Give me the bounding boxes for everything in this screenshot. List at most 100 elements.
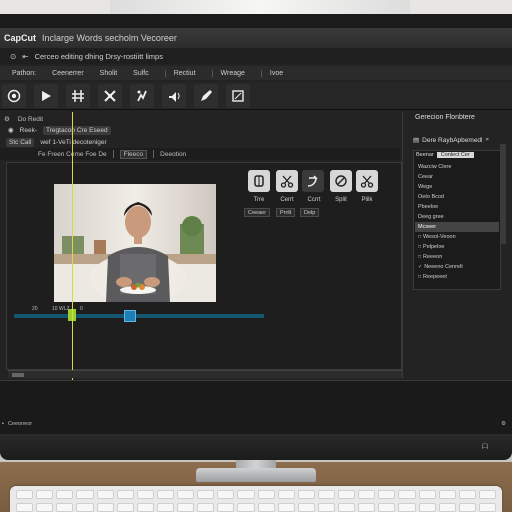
divider: [153, 150, 155, 158]
timeline-marker: 10 WLZ: [52, 306, 70, 312]
properties-list: Wazciw Clere Ceear Wege Oeto Bcod Pbeeloe Dee…: [415, 162, 499, 282]
media-row: Stc Call wef 1-VeTi decoteniger: [0, 136, 400, 148]
trim-label: Trre: [253, 197, 265, 203]
gear-icon[interactable]: ⚙: [4, 115, 10, 123]
menu-icon[interactable]: ▤: [413, 136, 419, 144]
audio-button[interactable]: [162, 83, 186, 108]
media-chip[interactable]: Stc Call: [6, 137, 35, 147]
divider: [112, 150, 114, 158]
filter-chip[interactable]: Fleeco: [119, 149, 148, 159]
split-button[interactable]: [330, 170, 352, 192]
panel-tab-left[interactable]: Do Redit: [18, 116, 43, 123]
menu-item[interactable]: Pathon:: [12, 70, 36, 77]
monitor: ᗩ CapCut Inclarge Words secholm Vecoreer…: [0, 14, 512, 460]
video-preview[interactable]: [54, 184, 216, 302]
rotate-icon: [307, 175, 318, 187]
title-bar: CapCut Inclarge Words secholm Vecoreer: [0, 28, 512, 48]
status-icon: ▪: [2, 421, 4, 427]
menu-item[interactable]: Rectiut: [164, 69, 196, 77]
play-button[interactable]: [34, 83, 58, 108]
app-name: CapCut: [4, 33, 36, 43]
monitor-stand-base: [196, 468, 316, 482]
cut-button[interactable]: [276, 170, 298, 192]
rotate-button[interactable]: [302, 170, 324, 192]
menu-item[interactable]: Wreage: [211, 69, 245, 77]
app-screen: CapCut Inclarge Words secholm Vecoreer ⊙…: [0, 28, 512, 434]
cut-label: Cerrt: [280, 197, 294, 203]
timeline-clip[interactable]: [124, 310, 136, 322]
properties-list-item[interactable]: Deeg gree: [415, 212, 499, 222]
tab-basic[interactable]: Beenar: [413, 152, 437, 158]
properties-list-item[interactable]: Pelpeloe: [415, 242, 499, 252]
scissors-button[interactable]: [356, 170, 378, 192]
search-icon[interactable]: ⌕: [486, 136, 490, 144]
menu-item[interactable]: Ceenerrer: [52, 70, 84, 77]
project-row: ◉ Reek- Tregtacon Cre Eseed: [0, 124, 400, 136]
grid-button[interactable]: [66, 83, 90, 108]
edit-tools-panel: Trre Cerrt Ccrrt Split Plilk Ceeaer Prri…: [244, 160, 384, 224]
media-path: wef 1-VeTi decoteniger: [40, 138, 107, 146]
playhead[interactable]: [72, 112, 73, 386]
right-panel: Gerecion Flonbtere ▤ Dere RaybApbemedl ⌕…: [402, 112, 512, 378]
properties-list-item[interactable]: Oeto Bcod: [415, 192, 499, 202]
subtitle-bar: ⊙ ⇤ Cerceo editing dhing Drsy-rostiitt l…: [0, 48, 512, 64]
settings-icon[interactable]: ⚙: [501, 421, 506, 427]
menu-bar: Pathon: Ceenerrer Sholit Sulfc Rectiut W…: [0, 66, 512, 80]
properties-list-item[interactable]: Ceear: [415, 172, 499, 182]
crop-button[interactable]: [226, 83, 250, 108]
properties-list-item[interactable]: Mcseer: [415, 222, 499, 232]
status-bar: ▪ Ceeoneor ⚙: [0, 418, 512, 430]
audio-icon: [169, 91, 180, 102]
monitor-logo-icon: ᗩ: [481, 442, 489, 451]
properties-list-item[interactable]: Reeeon: [415, 252, 499, 262]
record-button[interactable]: [2, 83, 26, 108]
option-chip[interactable]: Delp: [300, 208, 320, 217]
timeline-marker: 20: [32, 306, 38, 312]
trim-button[interactable]: [248, 170, 270, 192]
effects-icon: [137, 90, 147, 101]
project-chip[interactable]: Tregtacon Cre Eseed: [43, 125, 111, 135]
grid-icon: [72, 89, 84, 102]
right-panel-header-text: Dere RaybApbemedl: [422, 136, 483, 144]
record-icon: [7, 89, 21, 102]
cut-icon: [280, 175, 294, 188]
properties-list-item[interactable]: Pbeeloe: [415, 202, 499, 212]
menu-item[interactable]: Ivoe: [260, 69, 283, 77]
effects-button[interactable]: [130, 83, 154, 108]
properties-list-item[interactable]: Reepeeet: [415, 272, 499, 282]
properties-list-item[interactable]: Wesol-Veoon: [415, 232, 499, 242]
timeline-marker: 0: [80, 306, 83, 312]
properties-list-item[interactable]: Wege: [415, 182, 499, 192]
filter-row: Fe Freen Ceme Foe De Fleeco Deeotion: [0, 148, 400, 160]
project-label[interactable]: Reek-: [20, 127, 37, 134]
properties-list-item[interactable]: Neeeno Cenrelt: [415, 262, 499, 272]
menu-toggle-icon[interactable]: ⊙: [10, 52, 16, 61]
transform-button[interactable]: [98, 83, 122, 108]
pen-button[interactable]: [194, 83, 218, 108]
vertical-scrollbar[interactable]: [500, 144, 506, 244]
menu-item[interactable]: Sholit: [100, 70, 118, 77]
scissors-label: Plilk: [361, 197, 373, 203]
timeline[interactable]: 20 10 WLZ 0: [14, 306, 264, 326]
horizontal-scrollbar[interactable]: [8, 370, 402, 378]
timeline-track[interactable]: [14, 314, 264, 318]
filter-label-2[interactable]: Deeotion: [160, 151, 186, 158]
properties-tabs: Beenar Conlect Cer: [413, 150, 501, 160]
scroll-thumb[interactable]: [12, 373, 24, 377]
back-icon[interactable]: ⇤: [22, 52, 28, 61]
properties-list-item[interactable]: Wazciw Clere: [415, 162, 499, 172]
rotate-label: Ccrrt: [307, 197, 321, 203]
monitor-chin: [0, 434, 512, 460]
right-panel-title: Gerecion Flonbtere: [415, 114, 475, 121]
option-chip[interactable]: Ceeaer: [244, 208, 271, 217]
tab-content[interactable]: Conlect Cer: [436, 152, 474, 158]
document-title: Inclarge Words secholm Vecoreer: [42, 33, 177, 43]
scissors-icon: [360, 175, 374, 188]
option-chip[interactable]: Prrilt: [276, 208, 296, 217]
play-icon: [42, 90, 51, 101]
menu-item[interactable]: Sulfc: [133, 70, 149, 77]
toolbar: [0, 82, 512, 110]
user-icon: ◉: [8, 127, 14, 134]
trim-icon: [254, 175, 264, 187]
split-icon: [335, 175, 347, 187]
